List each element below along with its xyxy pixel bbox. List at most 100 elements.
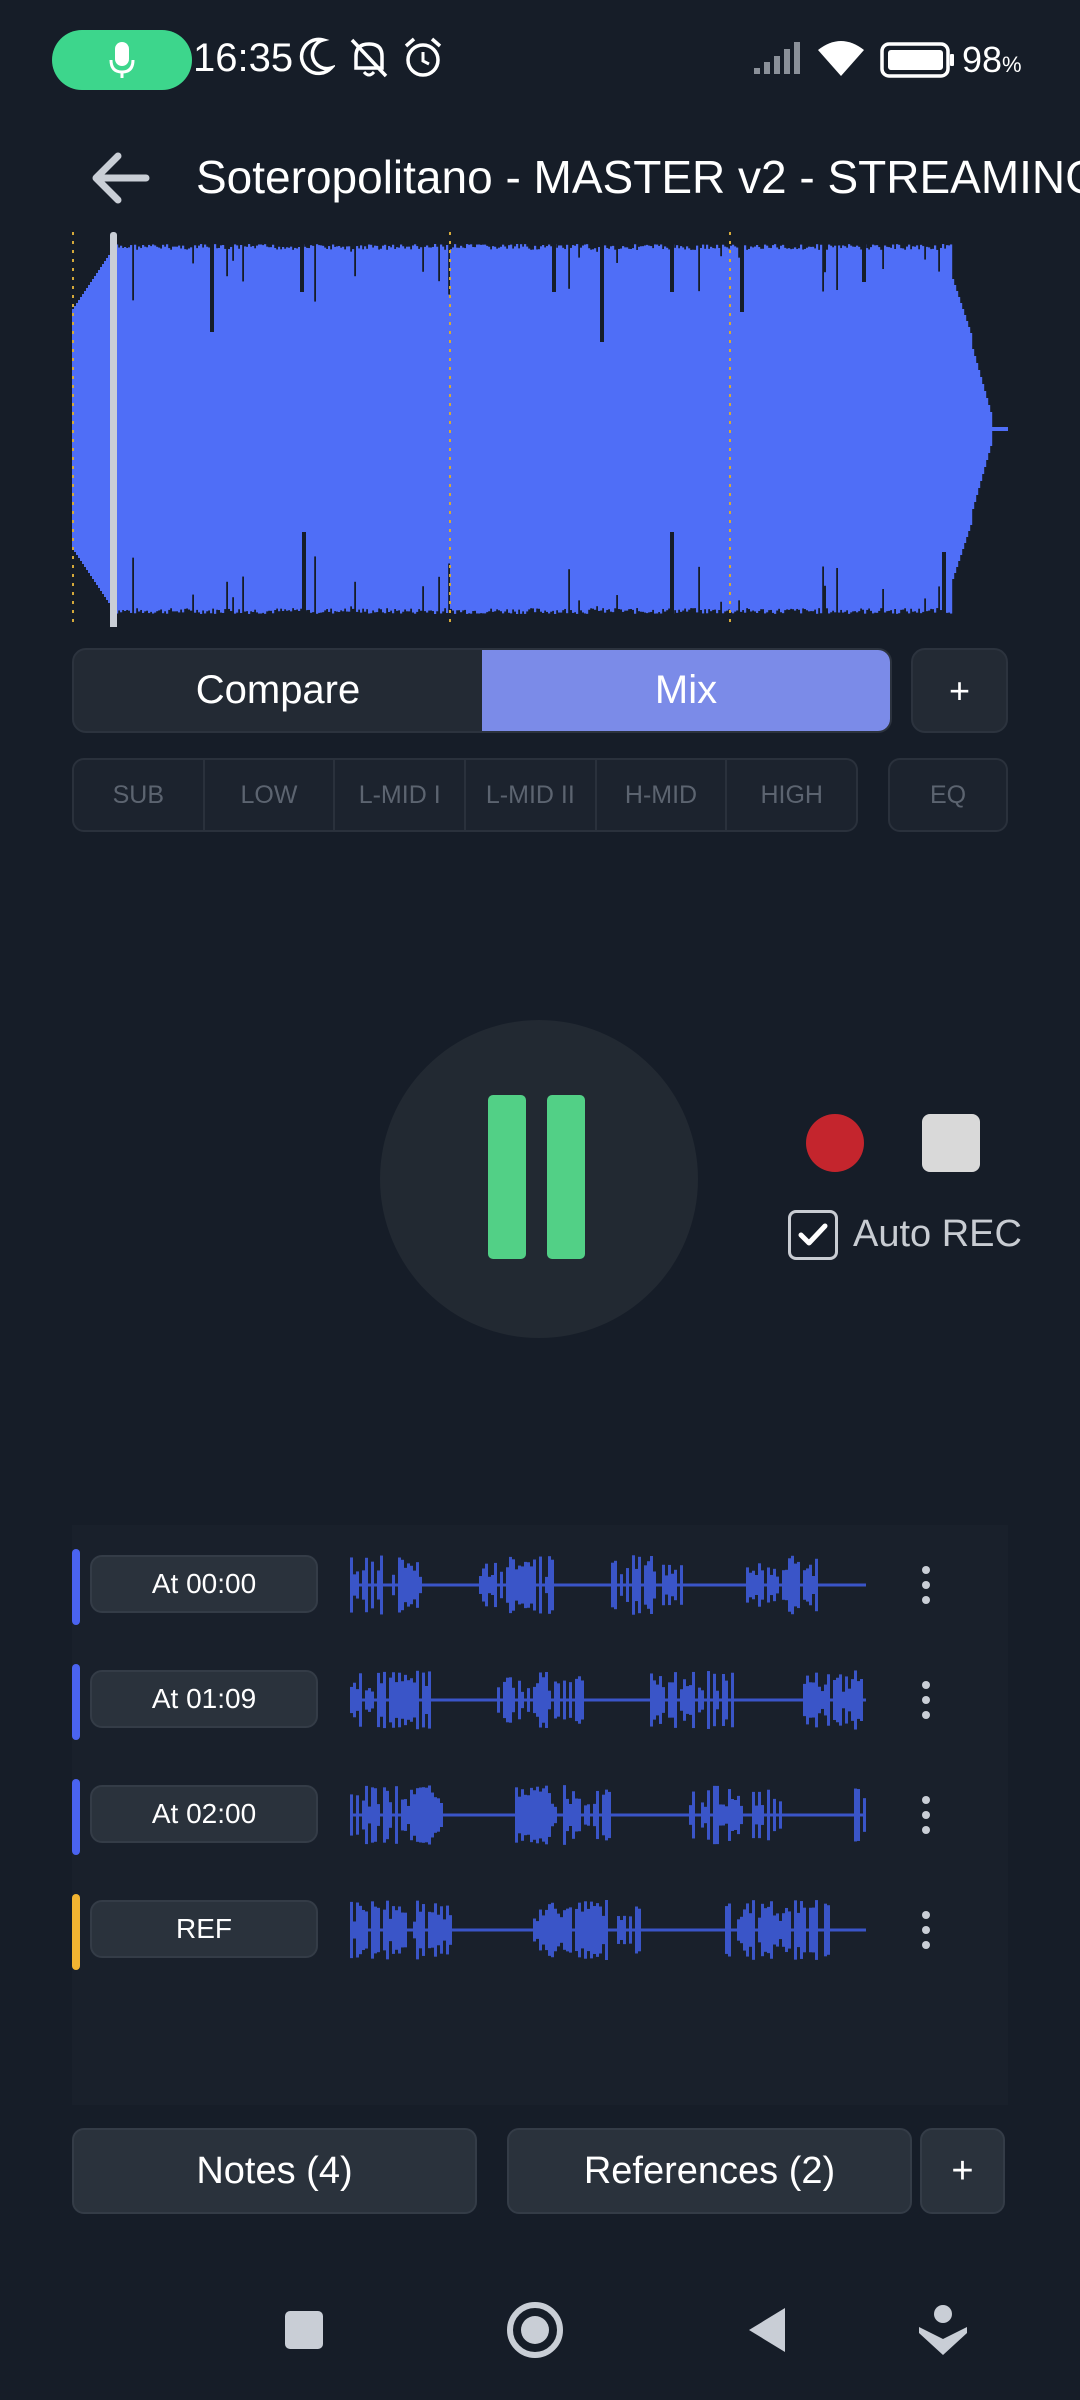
note-waveform-bar bbox=[683, 1679, 686, 1721]
waveform-bar bbox=[368, 244, 371, 614]
note-waveform-bar bbox=[821, 1813, 824, 1817]
note-waveform-bar bbox=[539, 1672, 542, 1728]
waveform-bar bbox=[904, 249, 907, 609]
list-item[interactable]: At 02:00 bbox=[72, 1775, 1008, 1855]
note-waveform-bar bbox=[464, 1698, 467, 1702]
note-waveform-bar bbox=[509, 1813, 512, 1817]
notes-button[interactable]: Notes (4) bbox=[72, 2128, 477, 2214]
assistant-icon[interactable] bbox=[893, 2280, 993, 2380]
waveform-bar bbox=[816, 244, 819, 614]
waveform-bar bbox=[298, 247, 301, 611]
check-icon bbox=[798, 1223, 828, 1246]
note-waveform-bar bbox=[824, 1903, 827, 1957]
waveform-bar bbox=[678, 248, 681, 610]
waveform-bar bbox=[900, 248, 903, 610]
waveform-bar bbox=[126, 248, 129, 610]
more-vert-icon[interactable] bbox=[910, 1559, 942, 1611]
record-button[interactable] bbox=[806, 1114, 864, 1172]
eq-button[interactable]: EQ bbox=[888, 758, 1008, 832]
band-lmid-1[interactable]: L-MID I bbox=[335, 760, 467, 830]
back-button[interactable] bbox=[80, 145, 158, 211]
waveform-bar bbox=[710, 246, 713, 612]
auto-rec-checkbox[interactable] bbox=[788, 1210, 838, 1260]
tab-mix[interactable]: Mix bbox=[482, 650, 890, 731]
band-low[interactable]: LOW bbox=[205, 760, 336, 830]
tab-compare[interactable]: Compare bbox=[74, 650, 482, 731]
home-circle-icon[interactable] bbox=[485, 2280, 585, 2380]
note-waveform-bar bbox=[428, 1583, 431, 1587]
note-waveform-bar bbox=[500, 1698, 503, 1702]
note-label[interactable]: At 00:00 bbox=[90, 1555, 318, 1613]
waveform-bar bbox=[912, 246, 915, 612]
waveform-bar bbox=[266, 246, 269, 612]
note-waveform-bar bbox=[719, 1804, 722, 1826]
more-vert-icon[interactable] bbox=[910, 1789, 942, 1841]
note-waveform bbox=[350, 1900, 866, 1960]
note-waveform-bar bbox=[722, 1928, 725, 1932]
note-waveform-bar bbox=[428, 1911, 431, 1949]
note-label[interactable]: REF bbox=[90, 1900, 318, 1958]
waveform-bar bbox=[82, 294, 85, 564]
waveform-bar bbox=[438, 281, 441, 577]
waveform-bar bbox=[78, 300, 81, 558]
note-waveform-bar bbox=[602, 1583, 605, 1587]
mic-active-indicator[interactable] bbox=[52, 30, 192, 90]
waveform-bar bbox=[826, 249, 829, 609]
note-waveform-bar bbox=[710, 1583, 713, 1587]
add-note-button[interactable]: + bbox=[920, 2128, 1005, 2214]
note-waveform-bar bbox=[377, 1570, 380, 1600]
waveform-bar bbox=[258, 244, 261, 614]
more-vert-icon[interactable] bbox=[910, 1674, 942, 1726]
note-waveform-bar bbox=[848, 1583, 851, 1587]
waveform-bar bbox=[398, 247, 401, 611]
pause-button[interactable] bbox=[380, 1020, 698, 1338]
band-hmid[interactable]: H-MID bbox=[597, 760, 728, 830]
waveform-bar bbox=[476, 244, 479, 614]
note-waveform-bar bbox=[431, 1583, 434, 1587]
note-waveform-bar bbox=[548, 1690, 551, 1710]
note-waveform-bar bbox=[809, 1813, 812, 1817]
note-label[interactable]: At 01:09 bbox=[90, 1670, 318, 1728]
main-waveform[interactable] bbox=[72, 232, 1008, 627]
note-waveform-bar bbox=[701, 1802, 704, 1828]
references-button[interactable]: References (2) bbox=[507, 2128, 912, 2214]
note-waveform-bar bbox=[461, 1928, 464, 1932]
note-waveform-bar bbox=[554, 1681, 557, 1719]
stop-button[interactable] bbox=[922, 1114, 980, 1172]
note-waveform-bar bbox=[719, 1583, 722, 1587]
waveform-bar bbox=[490, 249, 493, 609]
list-item[interactable]: At 01:09 bbox=[72, 1660, 1008, 1740]
note-waveform-bar bbox=[491, 1698, 494, 1702]
band-high[interactable]: HIGH bbox=[727, 760, 856, 830]
waveform-bar bbox=[222, 245, 225, 613]
band-lmid-2[interactable]: L-MID II bbox=[466, 760, 597, 830]
note-waveform-bar bbox=[491, 1928, 494, 1932]
note-waveform-bar bbox=[623, 1813, 626, 1817]
note-waveform-bar bbox=[503, 1583, 506, 1587]
waveform-dropout bbox=[740, 232, 744, 312]
add-mix-button[interactable]: + bbox=[911, 648, 1008, 733]
note-waveform-bar bbox=[638, 1556, 641, 1614]
more-vert-icon[interactable] bbox=[910, 1904, 942, 1956]
note-waveform-bar bbox=[368, 1583, 371, 1587]
list-item[interactable]: At 00:00 bbox=[72, 1545, 1008, 1625]
list-item[interactable]: REF bbox=[72, 1890, 1008, 1970]
waveform-bar bbox=[238, 248, 241, 610]
waveform-bar bbox=[508, 245, 511, 613]
note-waveform-bar bbox=[416, 1670, 419, 1730]
waveform-bar bbox=[646, 244, 649, 614]
pause-icon bbox=[488, 1095, 526, 1259]
note-waveform-bar bbox=[383, 1787, 386, 1843]
note-waveform-bar bbox=[599, 1813, 602, 1817]
note-label[interactable]: At 02:00 bbox=[90, 1785, 318, 1843]
waveform-bar bbox=[914, 246, 917, 612]
waveform-bar bbox=[558, 245, 561, 613]
band-sub[interactable]: SUB bbox=[74, 760, 205, 830]
waveform-bar bbox=[808, 246, 811, 612]
note-waveform-bar bbox=[803, 1683, 806, 1717]
note-waveform-bar bbox=[785, 1813, 788, 1817]
recents-square-icon[interactable] bbox=[254, 2280, 354, 2380]
back-triangle-icon[interactable] bbox=[717, 2280, 817, 2380]
note-waveform-bar bbox=[758, 1698, 761, 1702]
note-waveform-bar bbox=[359, 1905, 362, 1955]
